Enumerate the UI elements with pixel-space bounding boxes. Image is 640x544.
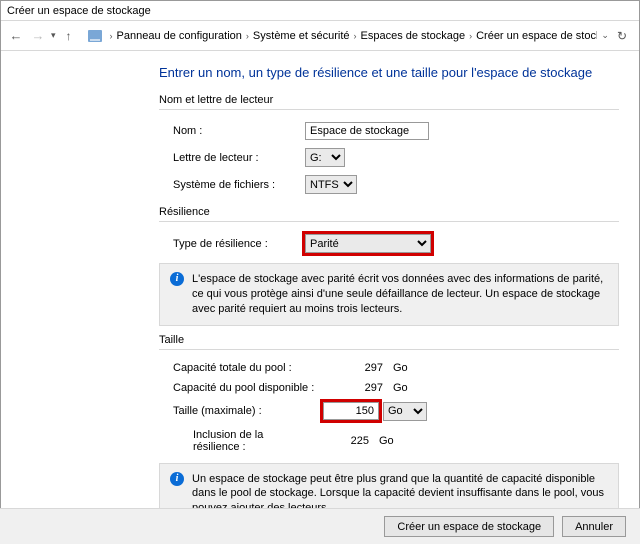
total-capacity-unit: Go (393, 362, 408, 374)
divider (159, 109, 619, 110)
filesystem-label: Système de fichiers : (173, 179, 305, 191)
chevron-right-icon: › (469, 31, 472, 41)
chevron-right-icon: › (354, 31, 357, 41)
window-title: Créer un espace de stockage (7, 5, 151, 17)
forward-icon: → (29, 27, 47, 45)
total-capacity-value: 297 (333, 362, 383, 374)
breadcrumb-item[interactable]: Système et sécurité (253, 30, 350, 42)
divider (159, 221, 619, 222)
max-size-label: Taille (maximale) : (173, 405, 323, 417)
nav-bar: ← → ▾ ↑ › Panneau de configuration › Sys… (1, 21, 639, 51)
info-icon: i (170, 472, 184, 486)
footer-bar: Créer un espace de stockage Annuler (0, 508, 640, 544)
group-title-size: Taille (159, 334, 619, 346)
name-input[interactable] (305, 122, 429, 140)
chevron-right-icon: › (246, 31, 249, 41)
drive-letter-select[interactable]: G: (305, 148, 345, 167)
max-size-input[interactable] (323, 402, 379, 420)
breadcrumb: Panneau de configuration › Système et sé… (117, 30, 598, 42)
available-capacity-label: Capacité du pool disponible : (173, 382, 333, 394)
available-capacity-value: 297 (333, 382, 383, 394)
chevron-right-icon: › (110, 31, 113, 41)
refresh-icon[interactable]: ↻ (617, 29, 627, 43)
breadcrumb-item[interactable]: Espaces de stockage (361, 30, 466, 42)
page-title: Entrer un nom, un type de résilience et … (159, 65, 619, 80)
breadcrumb-item[interactable]: Créer un espace de stockage (476, 30, 597, 42)
info-box-resilience: i L'espace de stockage avec parité écrit… (159, 263, 619, 326)
history-chevron-icon[interactable]: ▾ (51, 30, 56, 41)
back-icon[interactable]: ← (7, 27, 25, 45)
title-bar: Créer un espace de stockage (1, 1, 639, 21)
create-storage-space-button[interactable]: Créer un espace de stockage (384, 516, 554, 537)
available-capacity-unit: Go (393, 382, 408, 394)
info-icon: i (170, 272, 184, 286)
address-chevron-icon[interactable]: ⌄ (601, 30, 609, 41)
main-content: Entrer un nom, un type de résilience et … (1, 51, 639, 525)
cancel-button[interactable]: Annuler (562, 516, 626, 537)
resiliency-inclusion-unit: Go (379, 435, 394, 447)
size-unit-select[interactable]: Go (383, 402, 427, 421)
resiliency-type-select[interactable]: Parité (305, 234, 431, 253)
info-text: L'espace de stockage avec parité écrit v… (192, 272, 608, 317)
drive-letter-label: Lettre de lecteur : (173, 152, 305, 164)
name-label: Nom : (173, 125, 305, 137)
resiliency-inclusion-label: Inclusion de la résilience : (193, 429, 305, 453)
breadcrumb-item[interactable]: Panneau de configuration (117, 30, 242, 42)
group-title-resilience: Résilience (159, 206, 619, 218)
resiliency-type-label: Type de résilience : (173, 238, 305, 250)
storage-space-icon (88, 30, 102, 42)
group-title-name: Nom et lettre de lecteur (159, 94, 619, 106)
divider (159, 349, 619, 350)
up-icon[interactable]: ↑ (60, 27, 78, 45)
total-capacity-label: Capacité totale du pool : (173, 362, 333, 374)
resiliency-inclusion-value: 225 (305, 435, 369, 447)
filesystem-select[interactable]: NTFS (305, 175, 357, 194)
